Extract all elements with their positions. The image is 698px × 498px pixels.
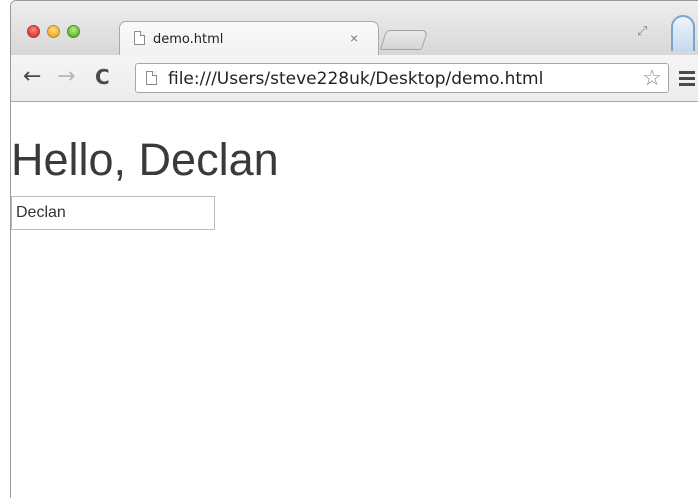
toolbar: ← → C file:///Users/steve228uk/Desktop/d… bbox=[11, 55, 698, 102]
address-url[interactable]: file:///Users/steve228uk/Desktop/demo.ht… bbox=[168, 69, 543, 89]
back-button[interactable]: ← bbox=[23, 65, 41, 89]
window-close-button[interactable] bbox=[27, 25, 40, 38]
page-icon bbox=[146, 71, 157, 85]
name-input[interactable] bbox=[11, 196, 215, 230]
profile-avatar-icon[interactable] bbox=[671, 15, 695, 51]
page-content: Hello, Declan bbox=[11, 102, 698, 498]
reload-button[interactable]: C bbox=[95, 65, 110, 89]
bookmark-star-icon[interactable]: ☆ bbox=[642, 66, 662, 90]
close-icon[interactable]: × bbox=[350, 30, 358, 46]
tab-strip: demo.html × ⤢ bbox=[11, 1, 698, 58]
page-icon bbox=[134, 31, 145, 45]
greeting-heading: Hello, Declan bbox=[11, 134, 279, 185]
window-maximize-button[interactable] bbox=[67, 25, 80, 38]
tab-title: demo.html bbox=[153, 32, 224, 47]
tab-demo[interactable]: demo.html × bbox=[119, 21, 379, 58]
forward-button[interactable]: → bbox=[57, 65, 75, 89]
fullscreen-icon[interactable]: ⤢ bbox=[637, 23, 647, 39]
new-tab-button[interactable] bbox=[379, 30, 429, 50]
window-minimize-button[interactable] bbox=[47, 25, 60, 38]
browser-window: demo.html × ⤢ ← → C file:///Users/steve2… bbox=[10, 0, 698, 498]
menu-icon[interactable] bbox=[679, 71, 695, 89]
address-bar[interactable]: file:///Users/steve228uk/Desktop/demo.ht… bbox=[135, 63, 669, 93]
